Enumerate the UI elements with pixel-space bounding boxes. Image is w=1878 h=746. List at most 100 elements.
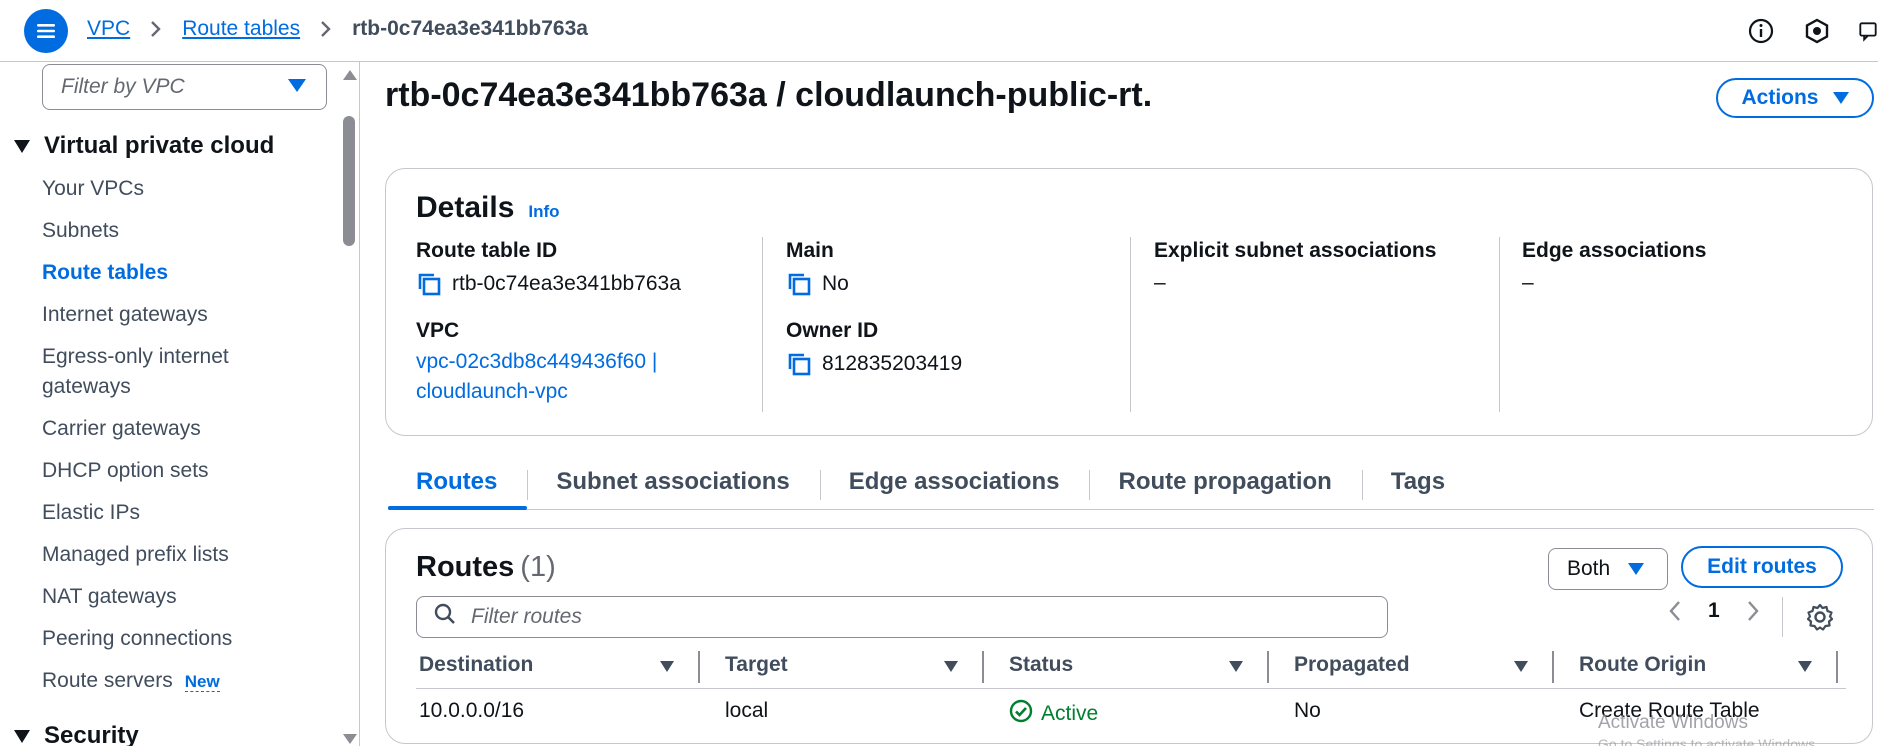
column-resizer[interactable] bbox=[982, 651, 984, 683]
column-resizer[interactable] bbox=[1267, 651, 1269, 683]
owner-id-value: 812835203419 bbox=[822, 352, 963, 375]
top-navigation-bar: VPC Route tables rtb-0c74ea3e341bb763a bbox=[0, 0, 1878, 62]
activate-windows-watermark: Activate Windows bbox=[1598, 712, 1748, 733]
vpc-label: VPC bbox=[416, 319, 460, 342]
sort-icon[interactable] bbox=[944, 661, 958, 672]
sort-icon[interactable] bbox=[660, 661, 674, 672]
sort-icon[interactable] bbox=[1229, 661, 1243, 672]
breadcrumb-vpc-link[interactable]: VPC bbox=[87, 17, 130, 41]
feedback-icon[interactable] bbox=[1858, 16, 1878, 46]
side-navigation: Filter by VPC Virtual private cloud Your… bbox=[0, 62, 360, 746]
sidebar-item-label: gateways bbox=[42, 375, 131, 398]
gear-icon[interactable] bbox=[1806, 603, 1834, 636]
edge-associations-label: Edge associations bbox=[1522, 239, 1707, 262]
route-filter-value: Both bbox=[1567, 557, 1611, 580]
section-virtual-private-cloud[interactable]: Virtual private cloud bbox=[14, 132, 274, 160]
menu-button[interactable] bbox=[24, 9, 68, 53]
vpc-link-line2: cloudlaunch-vpc bbox=[416, 380, 568, 403]
sidebar-item-managed-prefix-lists[interactable]: Managed prefix lists bbox=[42, 540, 229, 570]
tab-routes[interactable]: Routes bbox=[388, 462, 528, 510]
sidebar-item-peering-connections[interactable]: Peering connections bbox=[42, 624, 232, 654]
details-column-1: Route table ID rtb-0c74ea3e341bb763a VPC… bbox=[416, 239, 681, 407]
info-link[interactable]: Info bbox=[528, 202, 559, 221]
column-resizer[interactable] bbox=[1836, 651, 1838, 683]
sidebar-item-elastic-ips[interactable]: Elastic IPs bbox=[42, 498, 140, 528]
sort-icon[interactable] bbox=[1798, 661, 1812, 672]
scroll-down-arrow-icon[interactable] bbox=[343, 734, 357, 744]
filter-routes-search bbox=[416, 596, 1388, 638]
column-header-destination[interactable]: Destination bbox=[419, 653, 533, 677]
caret-down-icon bbox=[14, 729, 30, 743]
info-icon[interactable] bbox=[1746, 16, 1776, 46]
activate-windows-subtext: Go to Settings to activate Windows. bbox=[1598, 736, 1819, 746]
section-security[interactable]: Security bbox=[14, 722, 139, 746]
tab-route-propagation[interactable]: Route propagation bbox=[1090, 462, 1361, 508]
routes-title: Routes bbox=[416, 551, 515, 583]
edit-routes-button[interactable]: Edit routes bbox=[1681, 546, 1843, 588]
sidebar-item-internet-gateways[interactable]: Internet gateways bbox=[42, 300, 208, 330]
success-check-icon bbox=[1009, 699, 1033, 729]
chevron-right-icon bbox=[150, 20, 162, 38]
sidebar-item-egress-only-internet-gateways[interactable]: Egress-only internet gateways bbox=[42, 342, 229, 402]
route-filter-select[interactable]: Both bbox=[1548, 548, 1668, 590]
column-divider bbox=[1130, 237, 1131, 412]
filter-by-vpc-select[interactable]: Filter by VPC bbox=[42, 64, 327, 110]
cell-destination: 10.0.0.0/16 bbox=[419, 699, 525, 722]
sidebar-item-label: Route servers bbox=[42, 669, 173, 692]
vpc-link-line1: vpc-02c3db8c449436f60 | bbox=[416, 350, 658, 373]
security-shield-icon[interactable] bbox=[1802, 16, 1832, 46]
actions-label: Actions bbox=[1741, 86, 1819, 109]
tab-bar: Routes Subnet associations Edge associat… bbox=[388, 462, 1874, 510]
caret-down-icon bbox=[1832, 92, 1849, 104]
actions-button[interactable]: Actions bbox=[1716, 78, 1874, 118]
sort-icon[interactable] bbox=[1514, 661, 1528, 672]
hamburger-icon bbox=[37, 24, 55, 38]
caret-down-icon bbox=[1628, 563, 1645, 575]
copy-icon[interactable] bbox=[416, 271, 442, 297]
pagination: 1 bbox=[1668, 599, 1760, 623]
sidebar-item-route-tables[interactable]: Route tables bbox=[42, 258, 168, 288]
pager-divider bbox=[1782, 597, 1783, 637]
column-header-propagated[interactable]: Propagated bbox=[1294, 653, 1410, 677]
copy-icon[interactable] bbox=[786, 351, 812, 377]
copy-icon[interactable] bbox=[786, 271, 812, 297]
sidebar-item-subnets[interactable]: Subnets bbox=[42, 216, 119, 246]
column-resizer[interactable] bbox=[698, 651, 700, 683]
search-icon bbox=[433, 602, 457, 632]
next-page-icon[interactable] bbox=[1746, 600, 1760, 622]
breadcrumb-route-tables-link[interactable]: Route tables bbox=[182, 17, 300, 41]
tab-edge-associations[interactable]: Edge associations bbox=[821, 462, 1090, 508]
caret-down-icon bbox=[14, 139, 30, 153]
sidebar-item-route-servers[interactable]: Route servers New bbox=[42, 666, 220, 697]
breadcrumb-current: rtb-0c74ea3e341bb763a bbox=[352, 17, 588, 40]
page-title: rtb-0c74ea3e341bb763a / cloudlaunch-publ… bbox=[385, 76, 1153, 114]
explicit-subnet-associations-label: Explicit subnet associations bbox=[1154, 239, 1437, 262]
sidebar-item-your-vpcs[interactable]: Your VPCs bbox=[42, 174, 144, 204]
details-panel: Details Info Route table ID rtb-0c74ea3e3… bbox=[385, 168, 1873, 436]
previous-page-icon[interactable] bbox=[1668, 600, 1682, 622]
cell-target: local bbox=[725, 699, 769, 722]
filter-routes-input[interactable] bbox=[471, 605, 1371, 629]
tab-subnet-associations[interactable]: Subnet associations bbox=[528, 462, 819, 508]
vpc-link[interactable]: vpc-02c3db8c449436f60 | cloudlaunch-vpc bbox=[416, 347, 681, 407]
column-header-status[interactable]: Status bbox=[1009, 653, 1073, 677]
column-divider bbox=[1499, 237, 1500, 412]
breadcrumb: VPC Route tables rtb-0c74ea3e341bb763a bbox=[87, 17, 588, 41]
sidebar-item-carrier-gateways[interactable]: Carrier gateways bbox=[42, 414, 201, 444]
chevron-right-icon bbox=[320, 20, 332, 38]
column-resizer[interactable] bbox=[1552, 651, 1554, 683]
owner-id-label: Owner ID bbox=[786, 319, 879, 342]
column-header-target[interactable]: Target bbox=[725, 653, 788, 677]
details-column-4: Edge associations – bbox=[1522, 239, 1706, 295]
sidebar-scrollbar[interactable] bbox=[340, 62, 358, 746]
page-number[interactable]: 1 bbox=[1708, 599, 1720, 623]
details-heading: Details Info bbox=[416, 191, 560, 225]
details-column-2: Main No Owner ID 812835203419 bbox=[786, 239, 962, 377]
scrollbar-thumb[interactable] bbox=[343, 116, 355, 246]
column-header-route-origin[interactable]: Route Origin bbox=[1579, 653, 1706, 677]
sidebar-item-nat-gateways[interactable]: NAT gateways bbox=[42, 582, 177, 612]
tab-tags[interactable]: Tags bbox=[1363, 462, 1475, 508]
scroll-up-arrow-icon[interactable] bbox=[343, 70, 357, 80]
route-table-id-label: Route table ID bbox=[416, 239, 558, 262]
sidebar-item-dhcp-option-sets[interactable]: DHCP option sets bbox=[42, 456, 209, 486]
